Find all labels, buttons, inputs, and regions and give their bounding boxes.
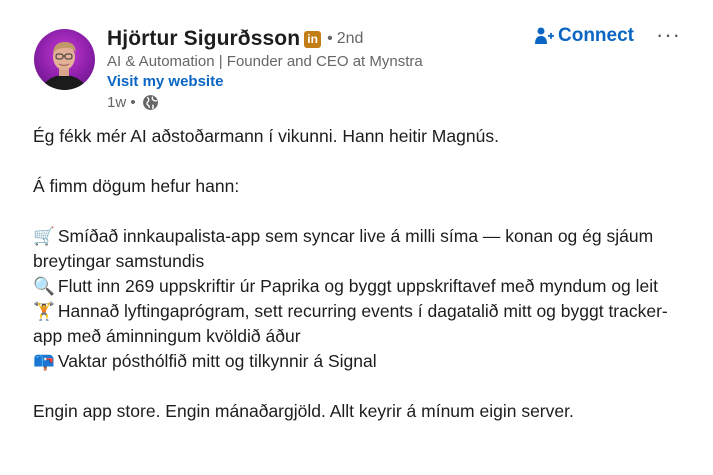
post-line-closing: Engin app store. Engin mánaðargjöld. All… bbox=[33, 401, 574, 421]
mailbox-icon: 📪 bbox=[33, 351, 55, 371]
post-header: Hjörtur Sigurðsson in • 2nd AI & Automati… bbox=[0, 0, 713, 120]
list-item: 🛒 Smíðað innkaupalista-app sem syncar li… bbox=[33, 224, 693, 274]
shopping-cart-icon: 🛒 bbox=[33, 226, 55, 246]
premium-badge-icon: in bbox=[304, 30, 322, 48]
list-item-text: Hannað lyftingaprógram, sett recurring e… bbox=[33, 301, 668, 346]
post-meta: 1w • bbox=[107, 94, 159, 111]
weightlifter-icon: 🏋 bbox=[33, 301, 55, 321]
list-item-text: Flutt inn 269 uppskriftir úr Paprika og … bbox=[57, 276, 659, 296]
author-name-row: Hjörtur Sigurðsson in • 2nd bbox=[107, 27, 363, 51]
magnifier-icon: 🔍 bbox=[33, 276, 55, 296]
connect-button[interactable]: Connect bbox=[534, 25, 634, 47]
list-item-text: Smíðað innkaupalista-app sem syncar live… bbox=[33, 226, 654, 271]
post-line-lead: Á fimm dögum hefur hann: bbox=[33, 176, 240, 196]
post-time: 1w • bbox=[107, 94, 136, 111]
globe-icon bbox=[142, 95, 158, 110]
post-body: Ég fékk mér AI aðstoðarmann í vikunni. H… bbox=[33, 124, 693, 424]
author-headline: AI & Automation | Founder and CEO at Myn… bbox=[107, 53, 423, 70]
list-item-text: Vaktar pósthólfið mitt og tilkynnir á Si… bbox=[57, 351, 377, 371]
more-options-icon[interactable]: ··· bbox=[656, 22, 681, 48]
connection-degree: • 2nd bbox=[327, 30, 363, 48]
post-line-intro: Ég fékk mér AI aðstoðarmann í vikunni. H… bbox=[33, 126, 499, 146]
visit-website-link[interactable]: Visit my website bbox=[107, 73, 223, 90]
degree-label: 2nd bbox=[336, 30, 364, 47]
avatar[interactable] bbox=[34, 29, 95, 90]
degree-separator: • bbox=[327, 30, 333, 47]
author-name[interactable]: Hjörtur Sigurðsson bbox=[107, 27, 300, 51]
person-add-icon bbox=[535, 27, 554, 44]
list-item: 🔍 Flutt inn 269 uppskriftir úr Paprika o… bbox=[33, 274, 693, 299]
list-item: 📪 Vaktar pósthólfið mitt og tilkynnir á … bbox=[33, 349, 693, 374]
list-item: 🏋 Hannað lyftingaprógram, sett recurring… bbox=[33, 299, 693, 349]
connect-label: Connect bbox=[558, 25, 634, 46]
